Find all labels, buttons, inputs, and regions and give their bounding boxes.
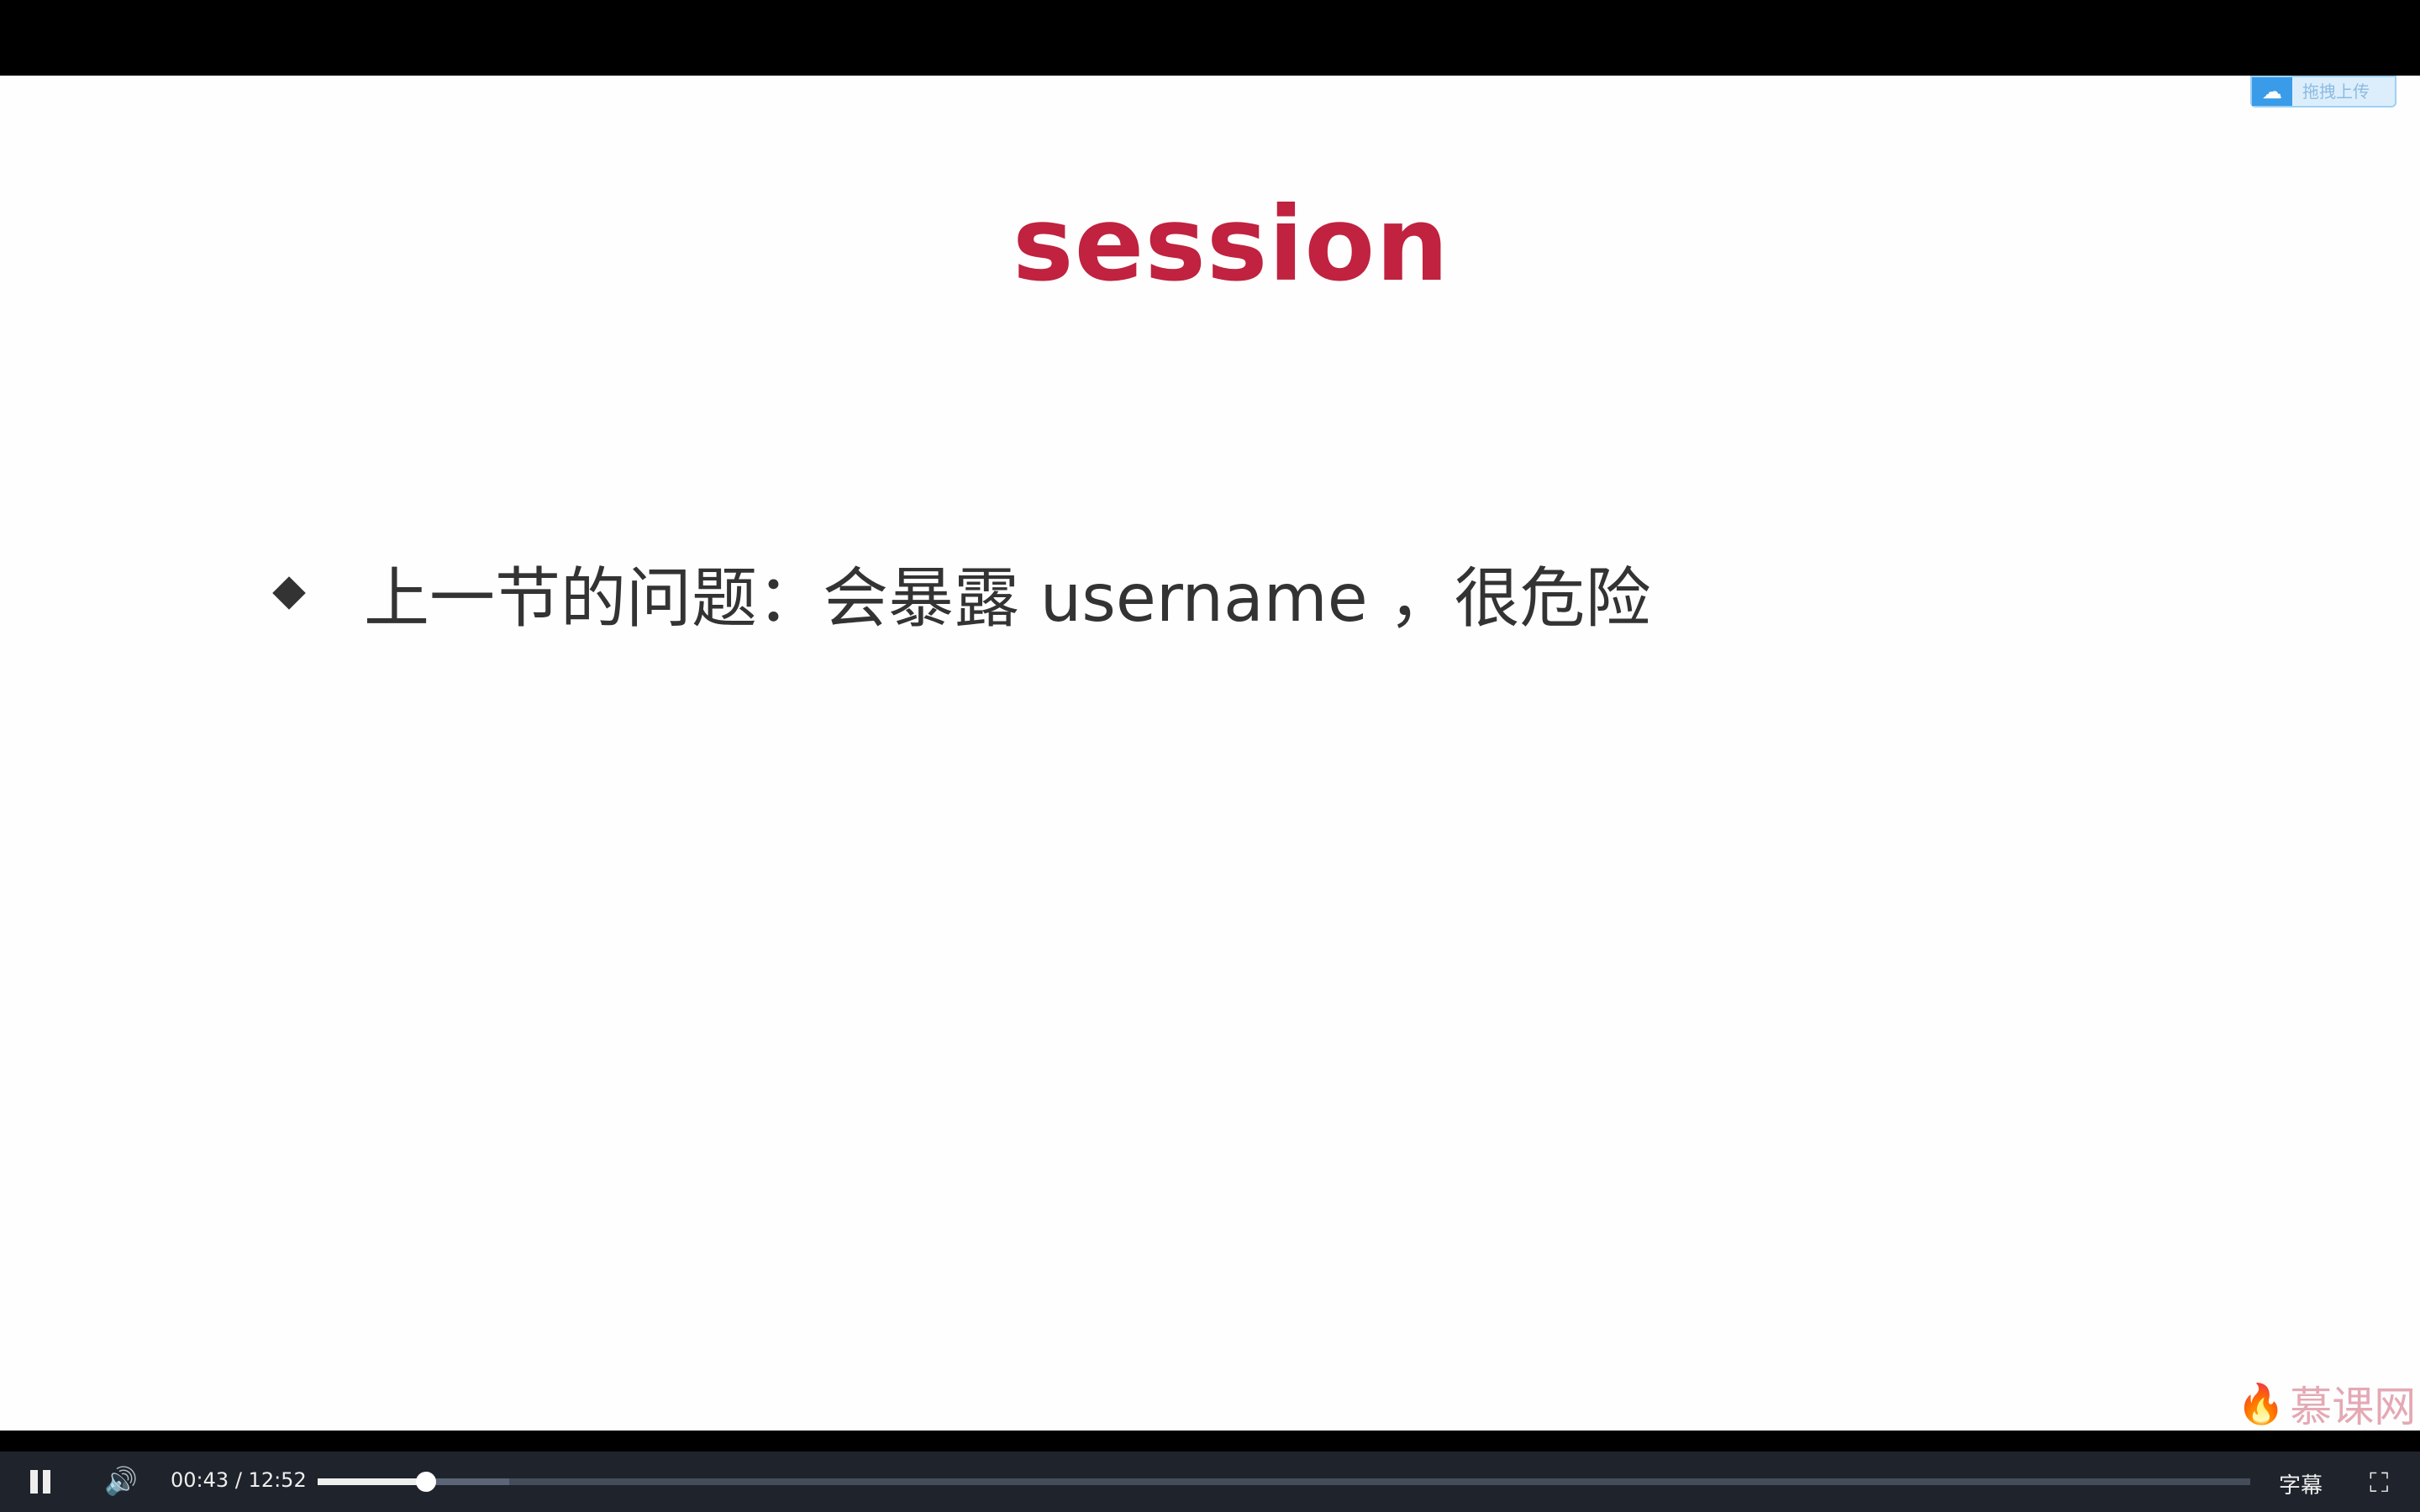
bullet-item: 上一节的问题：会暴露 username ，很危险	[272, 546, 1651, 640]
played-bar	[318, 1478, 426, 1485]
time-display: 00:43 / 12:52	[171, 1468, 307, 1492]
volume-icon[interactable]: 🔊	[104, 1465, 138, 1497]
pause-bar	[30, 1470, 38, 1494]
slide: ☁ 拖拽上传 session 上一节的问题：会暴露 username ，很危险 …	[0, 76, 2420, 1431]
pause-button[interactable]	[30, 1470, 50, 1494]
subtitle-button[interactable]: 字幕	[2279, 1468, 2323, 1499]
upload-label: 拖拽上传	[2302, 81, 2370, 102]
flame-icon: 🔥	[2237, 1380, 2286, 1426]
current-time: 00:43	[171, 1468, 229, 1492]
duration: 12:52	[248, 1468, 307, 1492]
time-separator: /	[234, 1468, 242, 1492]
bullet-text: 上一节的问题：会暴露 username ，很危险	[364, 561, 1651, 637]
player-controls: 🔊 00:43 / 12:52 字幕 ⛶	[0, 1452, 2420, 1512]
watermark-logo: 🔥 慕课网	[2237, 1373, 2416, 1434]
cloud-icon: ☁	[2252, 77, 2292, 106]
watermark-text: 慕课网	[2290, 1383, 2417, 1431]
diamond-bullet-icon	[272, 576, 306, 610]
pause-bar	[43, 1470, 50, 1494]
progress-bar[interactable]	[318, 1472, 2250, 1492]
drag-upload-button[interactable]: ☁ 拖拽上传	[2250, 76, 2396, 108]
exit-fullscreen-icon[interactable]: ⛶	[2370, 1467, 2388, 1499]
slide-title: session	[1012, 185, 1450, 304]
progress-thumb[interactable]	[415, 1472, 436, 1492]
